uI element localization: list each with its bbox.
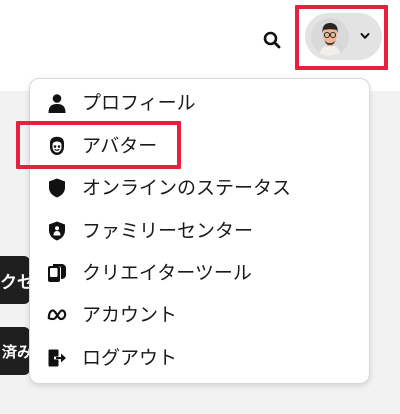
logout-icon <box>47 348 67 368</box>
menu-item-account[interactable]: アカウント <box>30 295 369 335</box>
avatar-button-highlight <box>295 5 388 70</box>
menu-item-creator-tools[interactable]: クリエイターツール <box>30 253 369 293</box>
search-button[interactable] <box>258 26 286 54</box>
menu-item-online-status-label: オンラインのステータス <box>82 177 292 199</box>
creator-tools-icon <box>47 263 67 283</box>
meta-icon <box>47 305 67 325</box>
menu-item-family-center[interactable]: ファミリーセンター <box>30 211 369 251</box>
background-button-2[interactable]: 済み <box>0 327 30 375</box>
menu-item-avatar[interactable]: アバター <box>30 126 369 166</box>
menu-item-logout[interactable]: ログアウト <box>30 338 369 378</box>
menu-item-online-status[interactable]: オンラインのステータス <box>30 168 369 208</box>
person-icon <box>47 93 67 113</box>
background-button-2-label: 済み <box>1 342 30 361</box>
shield-icon <box>47 178 67 198</box>
menu-item-creator-tools-label: クリエイターツール <box>82 262 252 284</box>
menu-item-profile[interactable]: プロフィール <box>30 83 369 123</box>
background-button-1-label: クセ <box>0 272 30 293</box>
avatar-icon <box>47 136 67 156</box>
menu-item-avatar-label: アバター <box>82 135 158 157</box>
menu-item-profile-label: プロフィール <box>82 92 196 114</box>
menu-item-account-label: アカウント <box>82 304 178 326</box>
search-icon <box>263 31 281 49</box>
background-button-1[interactable]: クセ <box>0 256 30 304</box>
family-shield-icon <box>47 221 67 241</box>
account-dropdown-menu: プロフィール アバター オンラインのステータス ファミリーセンター クリエイター… <box>29 78 370 384</box>
menu-item-logout-label: ログアウト <box>82 347 178 369</box>
menu-item-family-center-label: ファミリーセンター <box>82 220 254 242</box>
